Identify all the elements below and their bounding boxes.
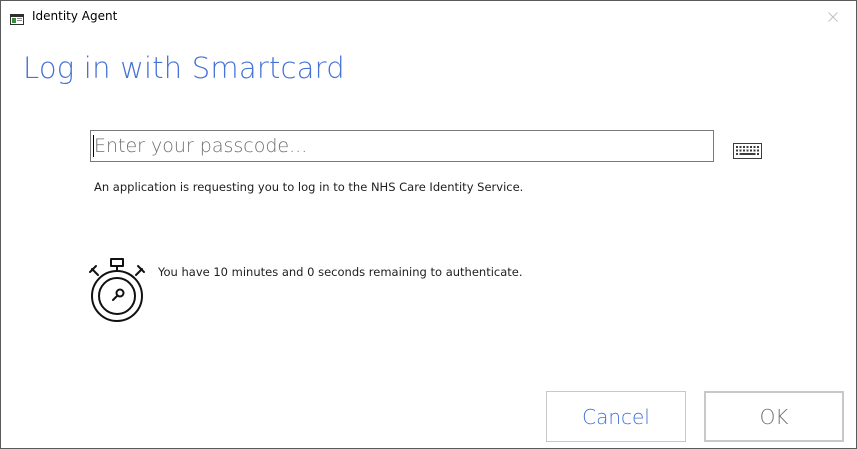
app-window-icon <box>10 10 24 25</box>
close-button[interactable] <box>810 1 856 31</box>
title-bar: Identity Agent <box>1 1 856 31</box>
close-icon <box>828 7 838 26</box>
on-screen-keyboard-button[interactable] <box>730 140 764 162</box>
passcode-input[interactable] <box>90 130 714 162</box>
page-title: Log in with Smartcard <box>23 51 345 85</box>
text-caret <box>93 135 94 157</box>
cancel-button[interactable]: Cancel <box>546 391 686 442</box>
window-title: Identity Agent <box>32 9 118 23</box>
ok-button[interactable]: OK <box>704 391 844 442</box>
keyboard-icon <box>730 143 764 166</box>
timer-message: You have 10 minutes and 0 seconds remain… <box>158 265 523 279</box>
login-request-message: An application is requesting you to log … <box>94 180 524 194</box>
stopwatch-icon <box>87 257 147 323</box>
identity-agent-window: Identity Agent Log in with Smartcard An … <box>0 0 857 449</box>
